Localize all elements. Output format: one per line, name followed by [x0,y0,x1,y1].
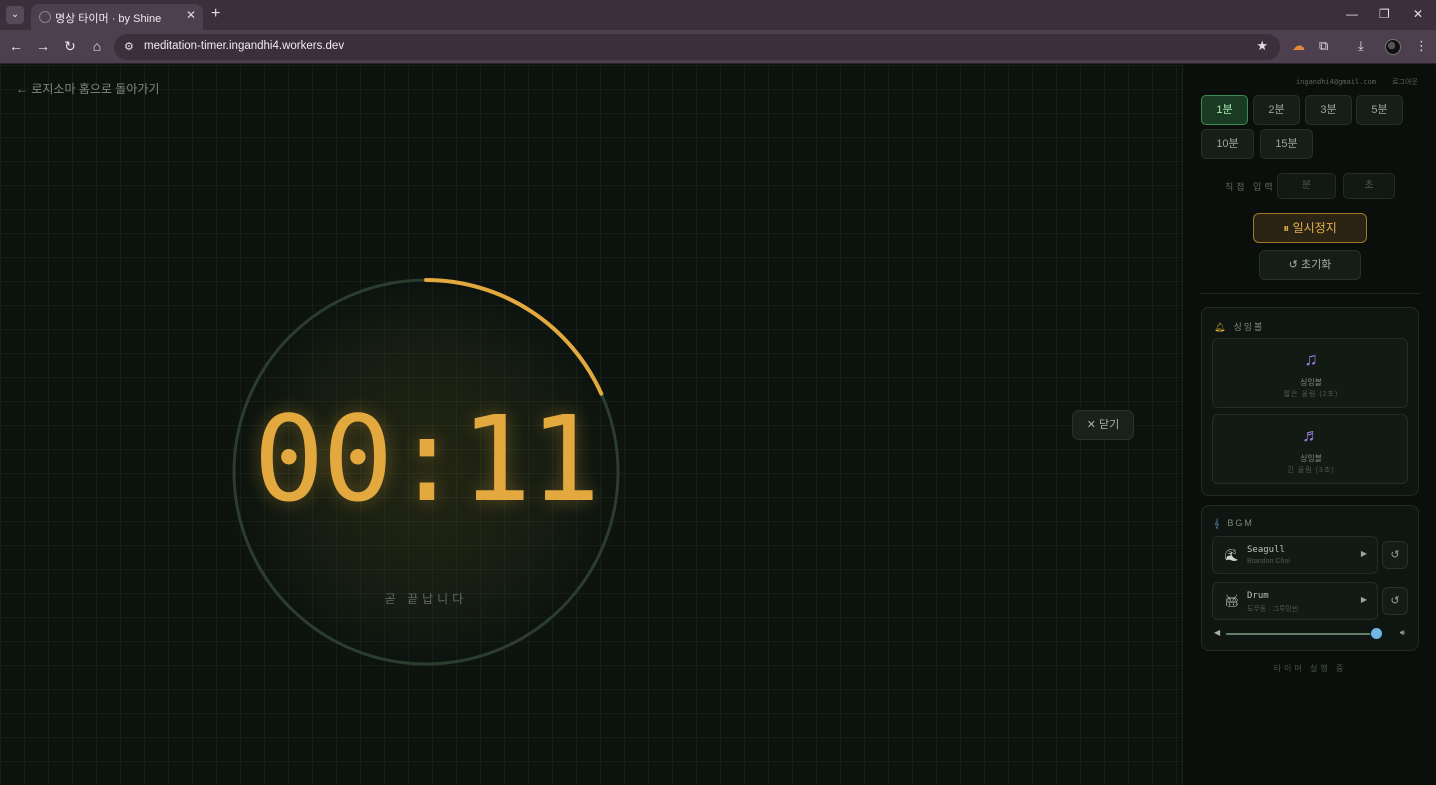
status-footer: 타이머 실행 중 [1273,664,1347,673]
singing-bowl-long[interactable]: ♬ 싱잉볼 긴 울림 (3초) [1212,414,1408,484]
bell-icon: 🔔︎ [1214,322,1228,332]
preset-1min[interactable]: 1분 [1201,95,1248,125]
volume-low-icon: ◀ [1214,628,1221,637]
url-text: meditation-timer.ingandhi4.workers.dev [144,40,345,52]
browser-tab-bar: ⌄ 명상 타이머 · by Shine ✕ + — ❐ ✕ [0,0,1436,30]
volume-slider[interactable] [1226,633,1378,635]
preset-10min[interactable]: 10분 [1201,129,1254,159]
back-home-link[interactable]: ← 로지소마 홈으로 돌아가기 [16,80,159,97]
volume-thumb[interactable] [1371,628,1382,639]
browser-toolbar: ← → ↻ ⌂ ⚙ meditation-timer.ingandhi4.wor… [0,30,1436,64]
loop-button-drum[interactable]: ↺ [1382,587,1408,615]
timer-dial: 00:11 곧 끝납니다 [216,262,636,682]
track-name: Drum [1247,591,1269,601]
minimize-icon[interactable]: — [1346,7,1358,21]
loading-icon [39,11,51,23]
volume-high-icon: 🔊︎ [1400,628,1406,637]
close-window-icon[interactable]: ✕ [1413,7,1423,21]
extension-cloud-icon[interactable]: ☁ [1292,38,1305,54]
sound-sub: 긴 울림 (3초) [1287,467,1335,474]
singing-bowl-title: 🔔︎ 싱잉볼 [1214,320,1264,333]
music-notes-icon: ♬ [1302,425,1320,445]
preset-5min[interactable]: 5분 [1356,95,1403,125]
sound-sub: 짧은 울림 (2초) [1283,391,1339,398]
home-icon[interactable]: ⌂ [88,38,106,54]
extensions-puzzle-icon[interactable]: ⧉ [1319,38,1328,54]
back-icon[interactable]: ← [7,38,25,54]
track-artist: 도무동 · 그루밍빈 [1247,606,1299,613]
profile-avatar[interactable] [1385,39,1401,55]
wave-icon: 🌊︎ [1224,548,1240,562]
close-button[interactable]: ✕ 닫기 [1072,410,1134,440]
preset-2min[interactable]: 2분 [1253,95,1300,125]
bgm-panel: 𝄞 BGM 🌊︎ Seagull Brandon Choi ▶ ↺ 🥁︎ Drum… [1201,505,1419,651]
direct-input-label: 직접 입력 [1225,182,1276,192]
timer-display: 00:11 [253,390,600,528]
loop-button-seagull[interactable]: ↺ [1382,541,1408,569]
bgm-track-drum[interactable]: 🥁︎ Drum 도무동 · 그루밍빈 ▶ [1212,582,1378,620]
tab-title: 명상 타이머 · by Shine [55,13,162,25]
music-clef-icon: 𝄞 [1214,518,1222,528]
bgm-title-text: BGM [1227,518,1254,528]
singing-bowl-title-text: 싱잉볼 [1233,322,1265,332]
tab-search-button[interactable]: ⌄ [6,6,24,24]
timer-subtitle: 곧 끝납니다 [384,592,468,606]
logout-link[interactable]: 로그아웃 [1392,78,1418,86]
sound-label: 싱잉볼 [1299,454,1323,463]
volume-fill [1226,633,1371,635]
forward-icon[interactable]: → [34,38,52,54]
restore-icon[interactable]: ❐ [1379,7,1390,21]
sound-label: 싱잉볼 [1299,378,1323,387]
minutes-input[interactable]: 분 [1277,173,1336,199]
menu-kebab-icon[interactable]: ⋮ [1415,38,1428,54]
bgm-title: 𝄞 BGM [1214,518,1254,529]
drum-icon: 🥁︎ [1224,594,1240,608]
singing-bowl-panel: 🔔︎ 싱잉볼 ♫ 싱잉볼 짧은 울림 (2초) ♬ 싱잉볼 긴 울림 (3초) [1201,307,1419,496]
music-note-icon: ♫ [1304,349,1318,369]
close-tab-icon[interactable]: ✕ [186,8,196,22]
track-artist: Brandon Choi [1247,558,1290,565]
reload-icon[interactable]: ↻ [61,38,79,55]
bgm-track-seagull[interactable]: 🌊︎ Seagull Brandon Choi ▶ [1212,536,1378,574]
user-email: ingandhi4@gmail.com [1295,78,1377,86]
seconds-input[interactable]: 초 [1343,173,1395,199]
address-bar[interactable]: ⚙ meditation-timer.ingandhi4.workers.dev… [114,34,1280,60]
track-name: Seagull [1247,545,1285,555]
divider [1199,293,1421,294]
new-tab-button[interactable]: + [211,5,220,23]
play-icon[interactable]: ▶ [1361,595,1367,604]
site-info-icon[interactable]: ⚙ [124,40,134,53]
user-row: ingandhi4@gmail.com 로그아웃 [1296,77,1418,87]
control-sidebar: ingandhi4@gmail.com 로그아웃 1분 2분 3분 5분 10분… [1182,65,1436,785]
browser-tab[interactable]: 명상 타이머 · by Shine ✕ [31,4,203,30]
pause-button[interactable]: ⏸ 일시정지 [1253,213,1367,243]
play-icon[interactable]: ▶ [1361,549,1367,558]
preset-3min[interactable]: 3분 [1305,95,1352,125]
singing-bowl-short[interactable]: ♫ 싱잉볼 짧은 울림 (2초) [1212,338,1408,408]
download-icon[interactable]: ⤓ [1358,38,1364,54]
preset-15min[interactable]: 15분 [1260,129,1313,159]
bookmark-star-icon[interactable]: ★ [1256,38,1268,54]
reset-button[interactable]: ↺ 초기화 [1259,250,1361,280]
